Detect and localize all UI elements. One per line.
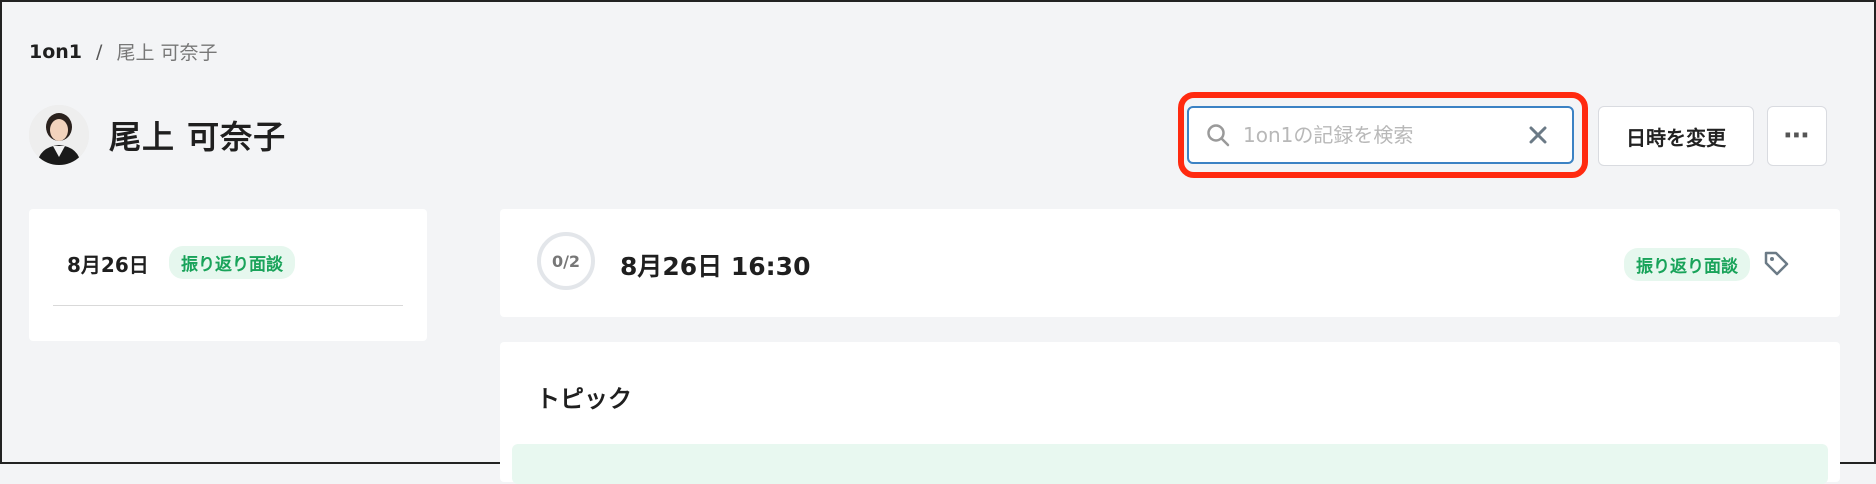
session-header-card: 0/2 8月26日 16:30 振り返り面談: [500, 209, 1840, 317]
page-header: 尾上 可奈子: [29, 105, 286, 165]
topics-title: トピック: [536, 385, 632, 413]
close-icon[interactable]: [1524, 121, 1552, 149]
breadcrumb-current: 尾上 可奈子: [116, 42, 218, 64]
more-options-button[interactable]: ⋯: [1767, 106, 1827, 166]
change-datetime-button[interactable]: 日時を変更: [1598, 106, 1754, 166]
search-input[interactable]: [1241, 122, 1524, 148]
session-date: 8月26日: [67, 253, 149, 277]
session-list-card: 8月26日 振り返り面談: [29, 209, 427, 341]
divider: [53, 305, 403, 306]
breadcrumb-root-link[interactable]: 1on1: [29, 41, 82, 63]
breadcrumb-separator: /: [96, 40, 103, 63]
topic-item[interactable]: [512, 444, 1828, 484]
search-box[interactable]: [1187, 106, 1574, 164]
session-type-badge: 振り返り面談: [169, 246, 295, 279]
session-datetime: 8月26日 16:30: [620, 252, 811, 281]
tag-icon[interactable]: [1762, 249, 1790, 277]
search-icon: [1207, 124, 1230, 147]
avatar: [29, 105, 89, 165]
session-type-badge: 振り返り面談: [1624, 248, 1750, 281]
topics-card: トピック: [500, 342, 1840, 484]
progress-count: 0/2: [551, 251, 581, 271]
ellipsis-icon: ⋯: [1783, 121, 1811, 151]
breadcrumb: 1on1 / 尾上 可奈子: [29, 38, 217, 65]
page-title: 尾上 可奈子: [109, 118, 287, 156]
